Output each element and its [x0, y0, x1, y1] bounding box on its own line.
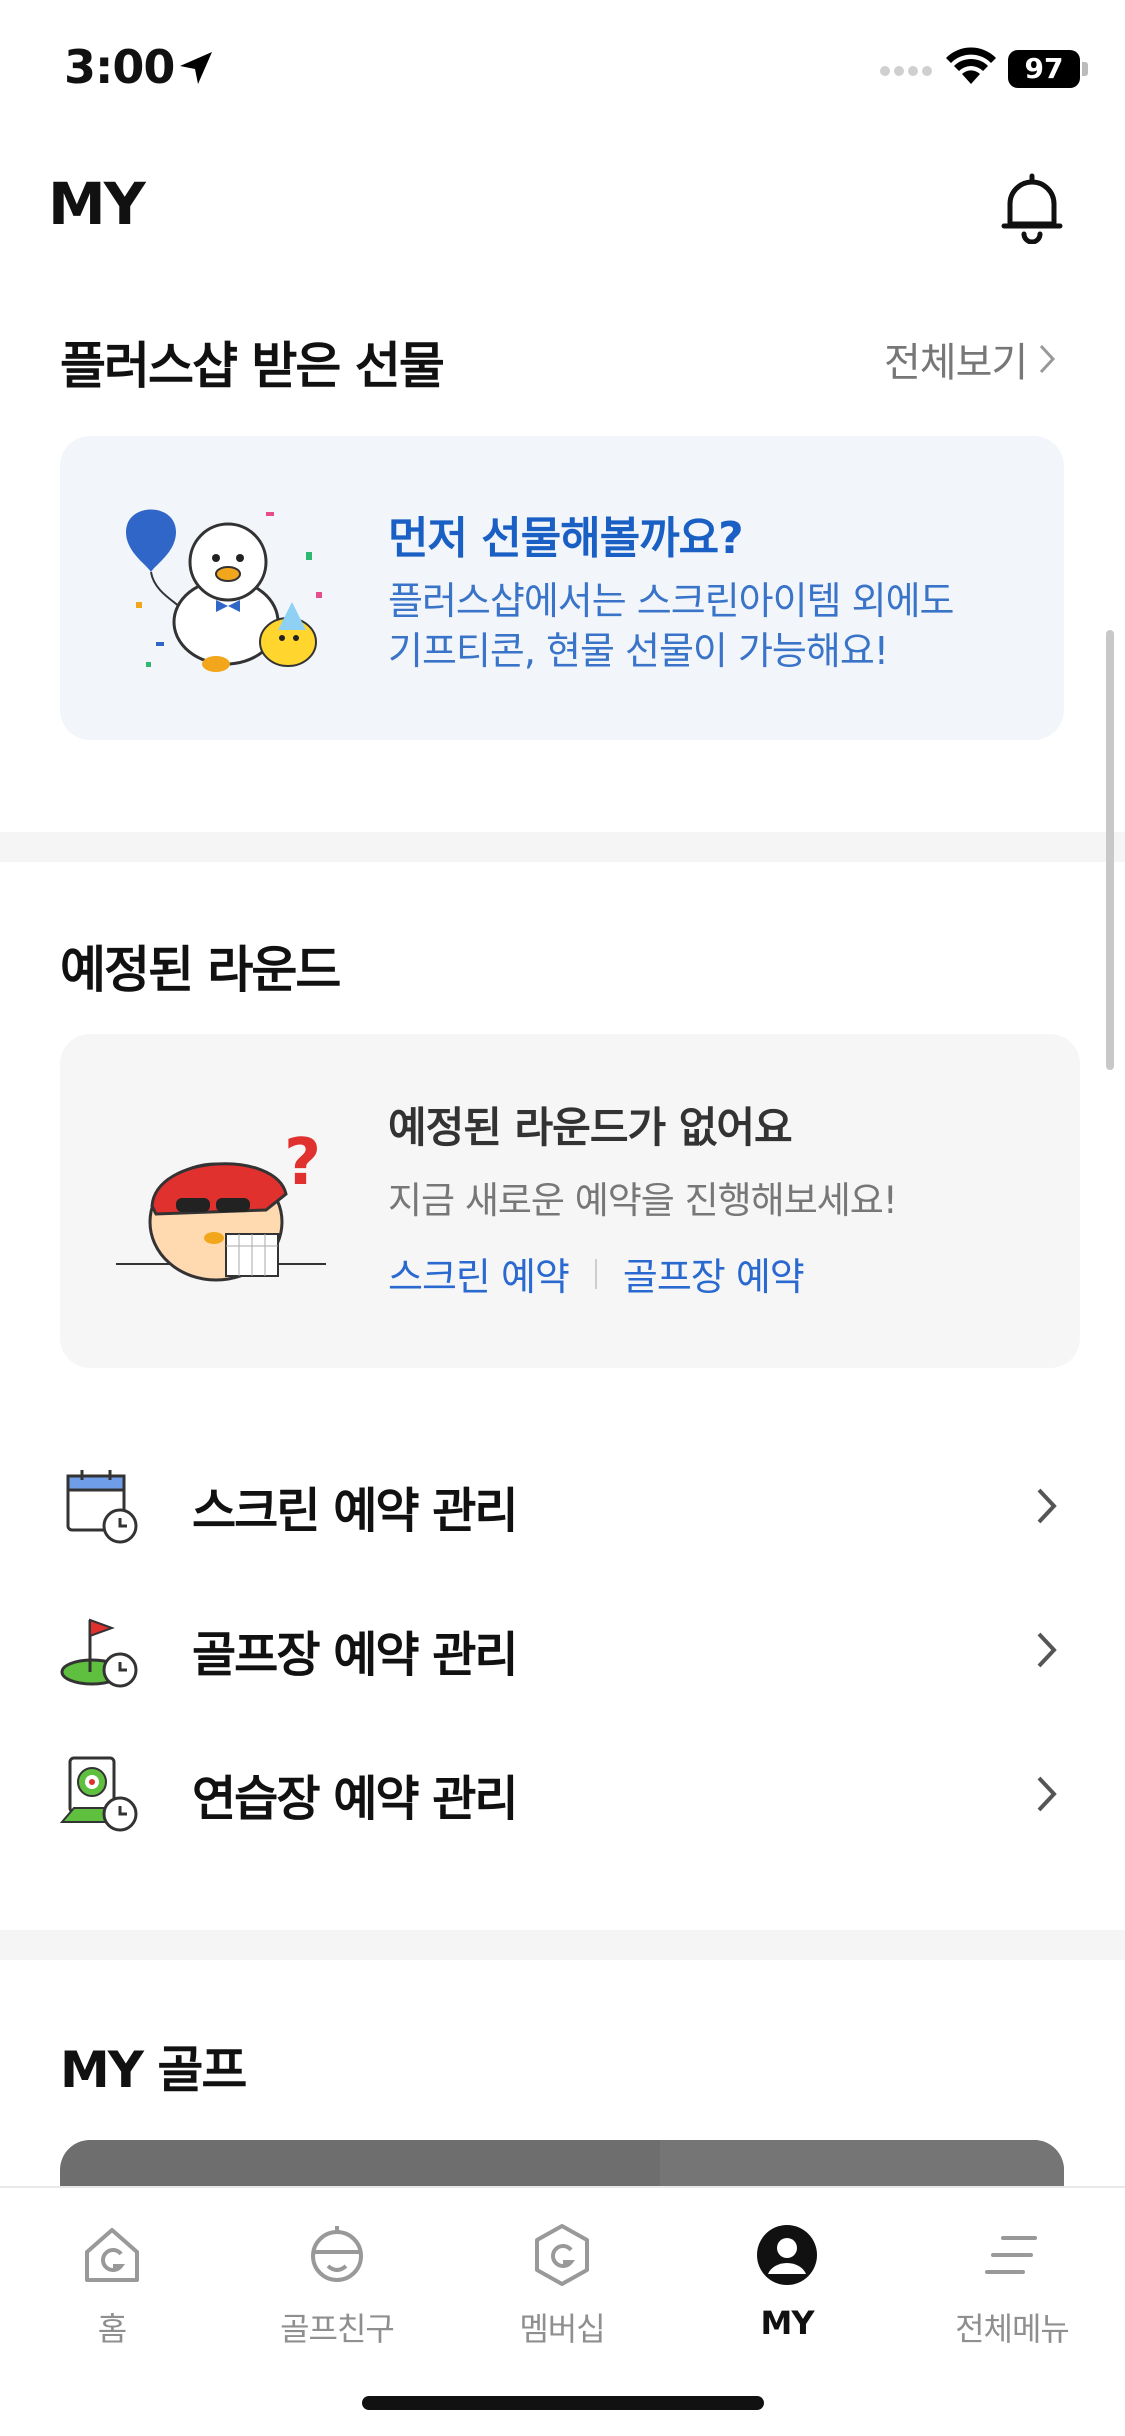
gifts-section-title: 플러스샵 받은 선물 [60, 337, 445, 395]
link-separator [594, 1258, 597, 1289]
tab-label: MY [760, 2304, 814, 2342]
svg-text:?: ? [284, 1126, 321, 1200]
chevron-right-icon [1037, 1488, 1057, 1524]
gift-desc-line1: 플러스샵에서는 스크린아이템 외에도 [388, 579, 955, 623]
signal-dots-icon [880, 66, 932, 76]
gift-desc-line2: 기프티콘, 현물 선물이 가능해요! [388, 629, 889, 673]
gift-promo-card[interactable]: 먼저 선물해볼까요? 플러스샵에서는 스크린아이템 외에도 기프티콘, 현물 선… [60, 436, 1064, 740]
location-arrow-icon [180, 52, 212, 84]
wifi-icon [946, 47, 996, 84]
golf-flag-clock-icon [60, 1618, 138, 1688]
menu-item-golf-course-booking[interactable]: 골프장 예약 관리 [60, 1600, 1060, 1700]
screen-booking-link[interactable]: 스크린 예약 [388, 1246, 570, 1301]
golf-course-booking-link[interactable]: 골프장 예약 [623, 1246, 805, 1301]
duck-with-calendar-illustration: ? [116, 1126, 326, 1282]
range-target-clock-icon [60, 1756, 138, 1832]
chevron-right-icon [1037, 1776, 1057, 1812]
gift-card-title: 먼저 선물해볼까요? [388, 513, 744, 564]
menu-item-label: 연습장 예약 관리 [192, 1771, 519, 1827]
tab-label: 멤버십 [519, 2310, 605, 2348]
empty-round-card: ? 예정된 라운드가 없어요 지금 새로운 예약을 진행해보세요! 스크린 예약… [60, 1034, 1080, 1368]
rounds-section-title: 예정된 라운드 [60, 941, 341, 999]
menu-lines-icon [985, 2236, 1037, 2274]
home-indicator[interactable] [362, 2396, 764, 2410]
menu-item-label: 골프장 예약 관리 [192, 1627, 519, 1683]
empty-round-title: 예정된 라운드가 없어요 [388, 1103, 793, 1152]
menu-item-screen-booking[interactable]: 스크린 예약 관리 [60, 1456, 1060, 1556]
tab-label: 골프친구 [280, 2310, 395, 2348]
profile-icon [757, 2225, 817, 2285]
calendar-clock-icon [66, 1470, 138, 1544]
scrollbar[interactable] [1106, 630, 1114, 1070]
chevron-right-icon [1037, 1632, 1057, 1668]
golf-friend-icon [311, 2226, 363, 2282]
menu-item-label: 스크린 예약 관리 [192, 1483, 519, 1539]
round-booking-links: 스크린 예약 골프장 예약 [388, 1246, 805, 1301]
tab-all-menu[interactable]: 전체메뉴 [922, 2222, 1102, 2352]
section-divider [0, 1930, 1125, 1960]
tab-label: 전체메뉴 [955, 2310, 1070, 2348]
duck-with-balloon-illustration [126, 509, 322, 672]
status-time: 3:00 [64, 40, 175, 94]
status-bar: 3:00 97 [0, 0, 1125, 130]
tab-golf-friend[interactable]: 골프친구 [247, 2222, 427, 2352]
page-title: MY [48, 170, 146, 238]
gift-card-description: 플러스샵에서는 스크린아이템 외에도 기프티콘, 현물 선물이 가능해요! [388, 576, 1008, 676]
tab-membership[interactable]: 멤버십 [472, 2222, 652, 2352]
battery-cap [1082, 62, 1088, 76]
empty-round-description: 지금 새로운 예약을 진행해보세요! [388, 1179, 898, 1222]
notification-bell-icon[interactable] [996, 170, 1068, 244]
section-divider [0, 832, 1125, 862]
tab-home[interactable]: 홈 [22, 2222, 202, 2352]
membership-g-icon [535, 2224, 589, 2286]
see-all-label: 전체보기 [884, 340, 1028, 386]
menu-item-range-booking[interactable]: 연습장 예약 관리 [60, 1744, 1060, 1844]
my-golf-section-title: MY 골프 [60, 2041, 247, 2099]
battery-indicator: 97 [1008, 50, 1080, 88]
see-all-link[interactable]: 전체보기 [884, 330, 1057, 388]
chevron-right-icon [1040, 344, 1056, 374]
tab-my[interactable]: MY [697, 2222, 877, 2352]
tab-label: 홈 [97, 2310, 127, 2348]
home-g-icon [85, 2228, 139, 2282]
